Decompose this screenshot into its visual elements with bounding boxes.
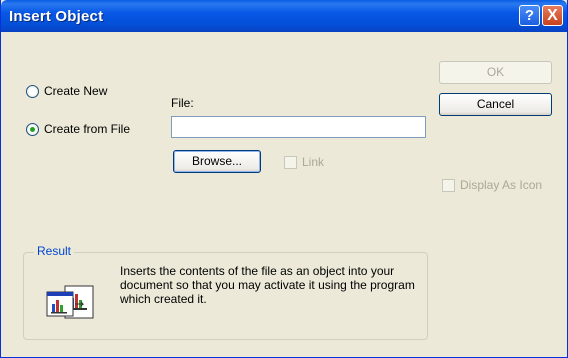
radio-button[interactable] (26, 84, 39, 98)
link-checkbox-box[interactable] (284, 155, 297, 169)
close-button[interactable]: X (542, 5, 563, 26)
embedded-object-icon (46, 285, 94, 319)
radio-create-from-file[interactable]: Create from File (26, 122, 130, 136)
link-label: Link (302, 155, 325, 169)
title-bar[interactable]: Insert Object ? X (1, 0, 567, 32)
create-new-label: Create New (44, 84, 108, 98)
file-label: File: (171, 96, 194, 110)
radio-create-new[interactable]: Create New (26, 84, 107, 98)
ok-button[interactable]: OK (439, 61, 552, 84)
display-as-icon-label: Display As Icon (460, 178, 543, 192)
create-from-file-label: Create from File (44, 122, 131, 136)
help-button[interactable]: ? (519, 5, 540, 26)
link-checkbox[interactable]: Link (284, 155, 324, 169)
close-icon: X (547, 7, 558, 24)
insert-object-dialog: Insert Object ? X Create New Create from… (0, 0, 568, 358)
browse-button[interactable]: Browse... (173, 150, 261, 173)
result-title: Result (34, 244, 75, 258)
cancel-button[interactable]: Cancel (439, 93, 552, 116)
browse-label: Browse... (191, 154, 242, 168)
result-description: Inserts the contents of the file as an o… (120, 264, 415, 306)
dialog-title: Insert Object (9, 8, 104, 25)
radio-button-selected[interactable] (26, 122, 39, 136)
help-icon: ? (524, 7, 535, 24)
file-path-input[interactable] (171, 116, 426, 138)
display-as-icon-checkbox[interactable]: Display As Icon (442, 178, 542, 192)
display-as-icon-box[interactable] (442, 178, 455, 192)
cancel-label: Cancel (476, 97, 515, 111)
ok-label: OK (486, 65, 505, 79)
